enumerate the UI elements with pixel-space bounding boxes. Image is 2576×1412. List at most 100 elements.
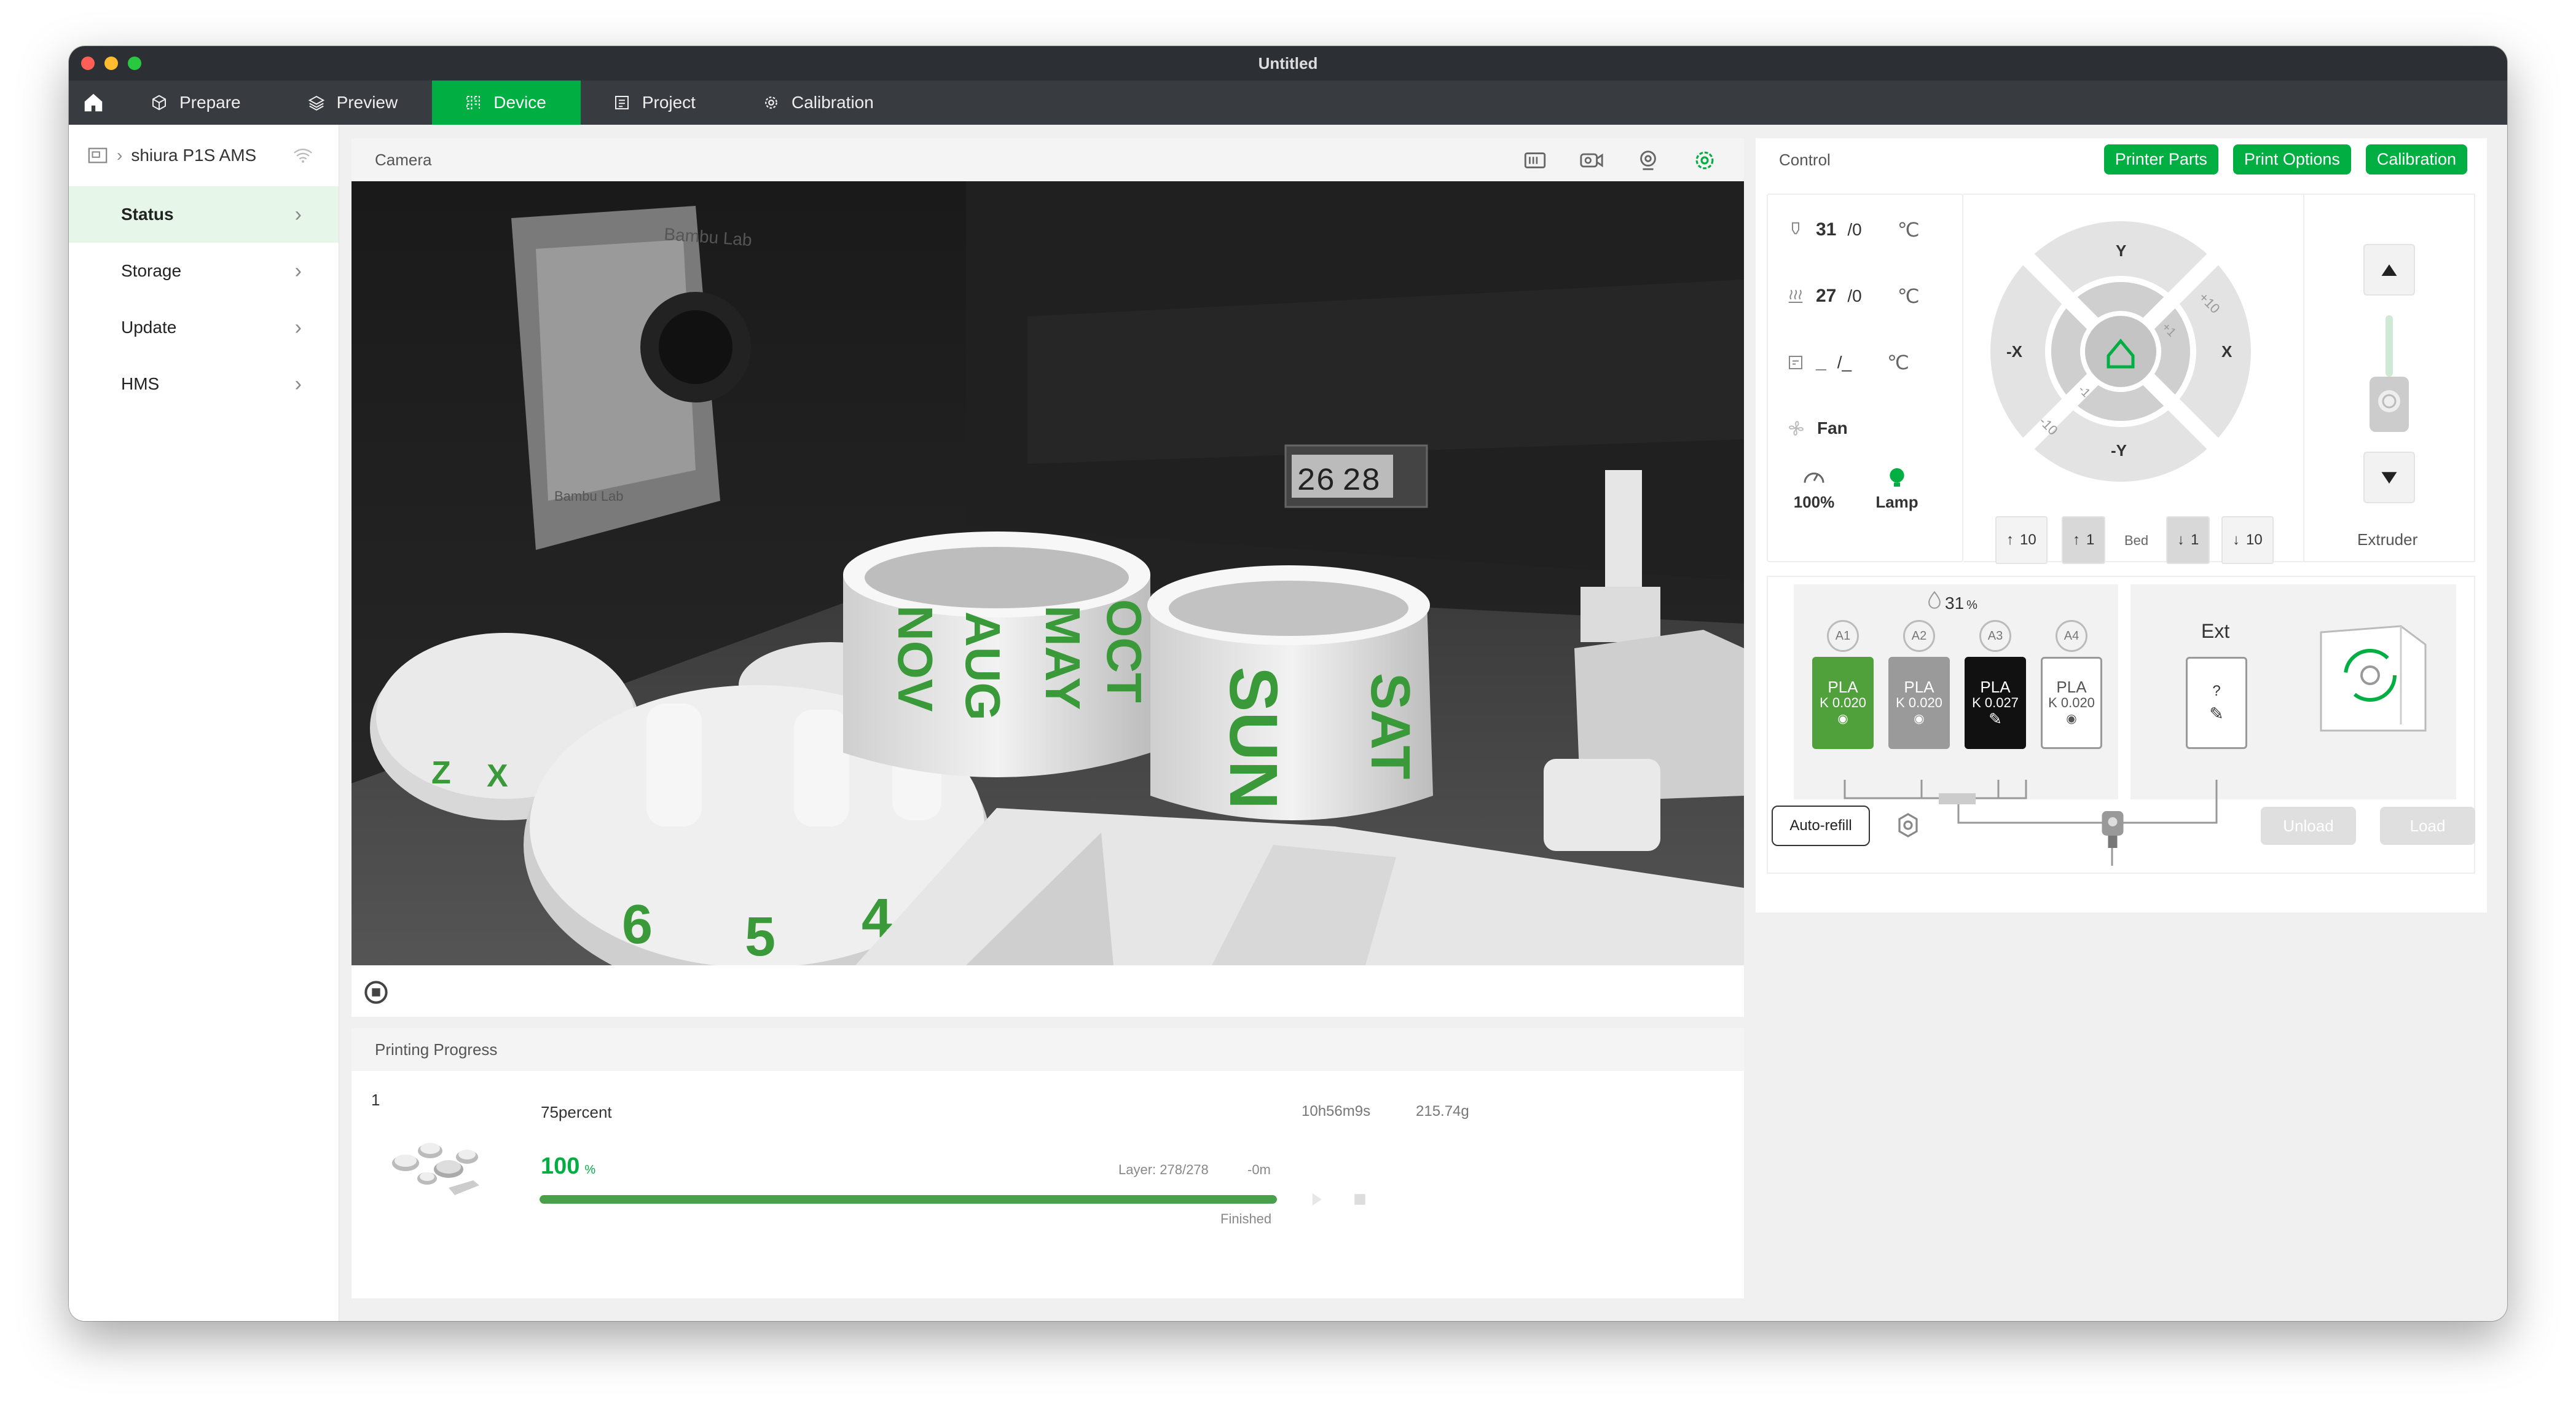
scene-text: SUN	[1215, 667, 1291, 809]
ams-slot-4[interactable]: PLA K 0.020 ◉	[2041, 657, 2102, 749]
close-window-button[interactable]	[81, 57, 95, 70]
camera-header: Camera	[351, 138, 1744, 181]
bed-up-10-button[interactable]: ↑ 10	[1995, 516, 2048, 564]
arrow-up-icon: ↑	[2073, 531, 2080, 548]
wifi-icon	[294, 148, 313, 163]
bed-up-1-button[interactable]: ↑ 1	[2062, 516, 2106, 564]
tab-calibration[interactable]: Calibration	[730, 80, 908, 125]
ams-slot-3[interactable]: PLA K 0.027 ✎	[1965, 657, 2026, 749]
print-options-button[interactable]: Print Options	[2232, 144, 2351, 175]
triangle-down-icon	[2381, 472, 2397, 484]
progress-percent: 100 %	[541, 1153, 595, 1180]
play-icon[interactable]	[1307, 1190, 1325, 1209]
printer-parts-button[interactable]: Printer Parts	[2103, 144, 2218, 175]
ams-humidity[interactable]: 31 %	[1926, 590, 1977, 613]
bed-target: /0	[1847, 286, 1862, 305]
nozzle-temp: 31	[1816, 219, 1837, 240]
speed-control[interactable]: 100%	[1786, 465, 1842, 512]
print-status: Finished	[1220, 1211, 1272, 1226]
speed-value: 100%	[1793, 493, 1835, 511]
ext-slot[interactable]: ? ✎	[2186, 657, 2247, 749]
extruder-slider[interactable]	[2365, 315, 2414, 438]
extrude-down-button[interactable]	[2363, 452, 2415, 503]
layers-icon	[308, 95, 324, 111]
extrude-up-button[interactable]	[2363, 244, 2415, 296]
device-selector[interactable]: › shiura P1S AMS	[69, 125, 339, 186]
extruder-label: Extruder	[2357, 530, 2418, 549]
calibration-icon	[765, 96, 777, 109]
sidebar-item-label: Status	[121, 205, 174, 224]
scene-text: 28	[1342, 463, 1380, 500]
load-button[interactable]: Load	[2380, 807, 2475, 845]
webcam-icon[interactable]	[1636, 149, 1660, 171]
sidebar-item-status[interactable]: Status ›	[69, 186, 339, 243]
edit-pencil-icon: ✎	[1989, 710, 2002, 728]
scene-text: Z	[431, 755, 451, 791]
bed-temp-row[interactable]: 27 /0 ℃	[1786, 284, 1920, 308]
humidity-unit: %	[1966, 598, 1977, 612]
ams-slot-id: A4	[2056, 620, 2087, 652]
nozzle-temp-row[interactable]: 31 /0 ℃	[1786, 218, 1920, 241]
stop-stream-icon[interactable]	[364, 980, 388, 1005]
filament-k-value: K 0.020	[2048, 695, 2095, 710]
chevron-right-icon: ›	[294, 202, 302, 226]
chamber-target: /_	[1837, 353, 1852, 372]
chamber-icon	[1789, 356, 1802, 369]
fan-row[interactable]: Fan	[1786, 418, 1848, 438]
bed-down-1-button[interactable]: ↓ 1	[2166, 516, 2210, 564]
jog-y-label: Y	[2116, 241, 2126, 260]
tab-label: Preview	[336, 93, 398, 112]
tab-device[interactable]: Device	[432, 80, 581, 125]
tab-preview[interactable]: Preview	[275, 80, 433, 125]
sidebar-item-storage[interactable]: Storage ›	[69, 243, 339, 299]
lamp-label: Lamp	[1875, 493, 1918, 511]
filament-material: PLA	[1828, 678, 1858, 696]
cube-icon	[152, 95, 166, 111]
chamber-temp-row[interactable]: _ /_ ℃	[1786, 351, 1909, 374]
fan-label: Fan	[1817, 418, 1848, 437]
sidebar-item-hms[interactable]: HMS ›	[69, 356, 339, 412]
printing-progress-panel: Printing Progress 1 75percent 10h56m9s 2…	[351, 1028, 1744, 1298]
tab-prepare[interactable]: Prepare	[118, 80, 275, 125]
video-record-icon[interactable]	[1579, 149, 1604, 171]
ams-slot-id: A2	[1903, 620, 1935, 652]
eye-icon: ◉	[1914, 712, 1925, 726]
home-button[interactable]	[69, 80, 118, 125]
xy-jog-pad[interactable]: Y -Y X -X +10 +1 -1 -10	[1963, 195, 2303, 502]
temperature-panel: 31 /0 ℃ 27 /0 ℃ _ /_ ℃ Fan 100% Lamp	[1767, 194, 1963, 562]
bed-down-10-button[interactable]: ↓ 10	[2221, 516, 2274, 564]
chevron-right-icon: ›	[117, 146, 123, 165]
heatbed-icon	[1788, 289, 1803, 303]
fan-icon	[1789, 421, 1804, 436]
lamp-control[interactable]: Lamp	[1866, 465, 1928, 512]
ams-settings-icon[interactable]	[1893, 810, 1923, 840]
settings-icon[interactable]	[1692, 149, 1717, 171]
ams-slot-1[interactable]: PLA K 0.020 ◉	[1812, 657, 1874, 749]
ams-slot-2[interactable]: PLA K 0.020 ◉	[1888, 657, 1950, 749]
unload-button[interactable]: Unload	[2261, 807, 2356, 845]
sd-card-icon[interactable]	[1523, 149, 1547, 171]
auto-refill-button[interactable]: Auto-refill	[1772, 806, 1870, 846]
camera-feed: Bambu Lab Bambu Lab 26 28 Z X 6 5 4 OCT …	[351, 181, 1744, 965]
scene-text: AUG	[956, 611, 1010, 721]
jog-neg-x-label: -X	[2006, 342, 2023, 361]
stop-icon[interactable]	[1351, 1190, 1369, 1209]
print-file-name: 75percent	[541, 1103, 612, 1121]
arrow-up-icon: ↑	[2006, 531, 2014, 548]
bed-step-label: 1	[2191, 531, 2199, 548]
sidebar-item-update[interactable]: Update ›	[69, 299, 339, 356]
plate-thumbnail	[392, 1143, 479, 1195]
scene-text: 5	[745, 906, 776, 965]
minimize-window-button[interactable]	[104, 57, 118, 70]
calibration-button[interactable]: Calibration	[2365, 144, 2467, 175]
progress-percent-value: 100	[541, 1153, 580, 1179]
ams-slot-id: A3	[1979, 620, 2011, 652]
tab-project[interactable]: Project	[581, 80, 730, 125]
title-bar: Untitled	[69, 46, 2507, 80]
print-weight: 215.74g	[1416, 1103, 1469, 1120]
control-title: Control	[1779, 150, 1831, 169]
jog-neg-y-label: -Y	[2111, 441, 2127, 460]
jog-x-label: X	[2221, 342, 2232, 361]
maximize-window-button[interactable]	[128, 57, 141, 70]
scene-text: 26	[1297, 463, 1335, 500]
